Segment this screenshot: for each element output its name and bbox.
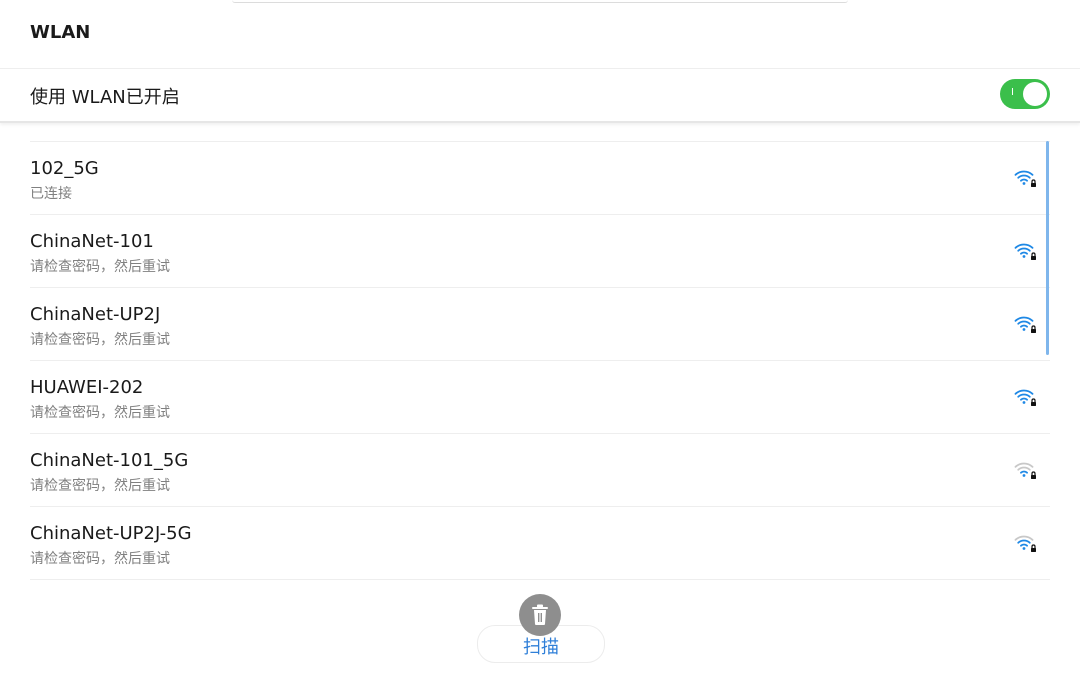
- wifi-arc: [1014, 535, 1034, 541]
- network-name: ChinaNet-UP2J: [30, 304, 161, 325]
- wifi-arc: [1014, 170, 1034, 176]
- trash-icon: [532, 604, 548, 625]
- header: WLAN: [0, 0, 1080, 69]
- wifi-dot: [1022, 547, 1026, 550]
- wifi-arc: [1014, 462, 1034, 468]
- network-status: 请检查密码，然后重试: [30, 332, 170, 348]
- wifi-dot: [1022, 182, 1026, 185]
- wifi-arc: [1020, 251, 1028, 255]
- wifi-arc: [1020, 178, 1028, 182]
- wifi-arc: [1017, 393, 1031, 398]
- network-list: 102_5G 已连接 ChinaNet-101 请检查密码，然后重试 China…: [30, 141, 1050, 580]
- lock-body: [1031, 329, 1036, 333]
- wlan-toggle-label: 使用 WLAN已开启: [30, 87, 180, 108]
- lock-body: [1031, 402, 1036, 406]
- lock-shackle: [1031, 398, 1036, 402]
- wifi-arc: [1017, 320, 1031, 325]
- network-item[interactable]: HUAWEI-202 请检查密码，然后重试: [30, 360, 1050, 433]
- wifi-lock-icon: [1014, 316, 1036, 333]
- network-status: 请检查密码，然后重试: [30, 405, 170, 421]
- wifi-arc: [1017, 174, 1031, 179]
- lock-shackle: [1031, 325, 1036, 329]
- wifi-arc: [1017, 539, 1031, 544]
- network-item[interactable]: ChinaNet-101 请检查密码，然后重试: [30, 214, 1050, 287]
- wifi-arc: [1014, 316, 1034, 322]
- wifi-arc: [1017, 247, 1031, 252]
- wifi-arc: [1014, 389, 1034, 395]
- trash-button[interactable]: [519, 594, 561, 636]
- network-name: ChinaNet-101_5G: [30, 450, 189, 471]
- wifi-dot: [1022, 255, 1026, 258]
- wifi-lock-icon: [1014, 462, 1036, 479]
- wifi-arc: [1020, 397, 1028, 401]
- wlan-settings-page: WLAN 使用 WLAN已开启 I 102_5G 已连接 ChinaNet-10…: [0, 0, 1080, 675]
- lock-body: [1031, 256, 1036, 260]
- network-item[interactable]: ChinaNet-101_5G 请检查密码，然后重试: [30, 433, 1050, 506]
- lock-shackle: [1031, 179, 1036, 183]
- network-name: 102_5G: [30, 158, 99, 179]
- scan-label: 扫描: [523, 637, 559, 658]
- wlan-toggle-row[interactable]: 使用 WLAN已开启 I: [0, 69, 1080, 123]
- wifi-arc: [1020, 324, 1028, 328]
- lock-body: [1031, 183, 1036, 187]
- switch-on-mark: I: [1011, 87, 1014, 98]
- wifi-dot: [1022, 474, 1026, 477]
- network-status: 请检查密码，然后重试: [30, 551, 170, 567]
- wifi-dot: [1022, 328, 1026, 331]
- network-status: 请检查密码，然后重试: [30, 478, 170, 494]
- lock-shackle: [1031, 544, 1036, 548]
- wifi-lock-icon: [1014, 170, 1036, 187]
- network-name: HUAWEI-202: [30, 377, 144, 398]
- network-name: ChinaNet-101: [30, 231, 154, 252]
- wlan-switch[interactable]: I: [1000, 79, 1050, 109]
- wifi-dot: [1022, 401, 1026, 404]
- wifi-arc: [1014, 243, 1034, 249]
- wifi-arc: [1020, 470, 1028, 474]
- list-scrollbar[interactable]: [1046, 141, 1049, 355]
- network-status: 已连接: [30, 186, 72, 202]
- wifi-lock-icon: [1014, 389, 1036, 406]
- switch-knob[interactable]: [1023, 82, 1047, 106]
- wifi-lock-icon: [1014, 243, 1036, 260]
- lock-body: [1031, 475, 1036, 479]
- network-item[interactable]: 102_5G 已连接: [30, 141, 1050, 214]
- wifi-arc: [1017, 466, 1031, 471]
- network-item[interactable]: ChinaNet-UP2J-5G 请检查密码，然后重试: [30, 506, 1050, 580]
- lock-body: [1031, 548, 1036, 552]
- page-title: WLAN: [30, 22, 91, 43]
- wifi-arc: [1020, 543, 1028, 547]
- wifi-lock-icon: [1014, 535, 1036, 552]
- network-item[interactable]: ChinaNet-UP2J 请检查密码，然后重试: [30, 287, 1050, 360]
- network-name: ChinaNet-UP2J-5G: [30, 523, 192, 544]
- lock-shackle: [1031, 252, 1036, 256]
- lock-shackle: [1031, 471, 1036, 475]
- network-status: 请检查密码，然后重试: [30, 259, 170, 275]
